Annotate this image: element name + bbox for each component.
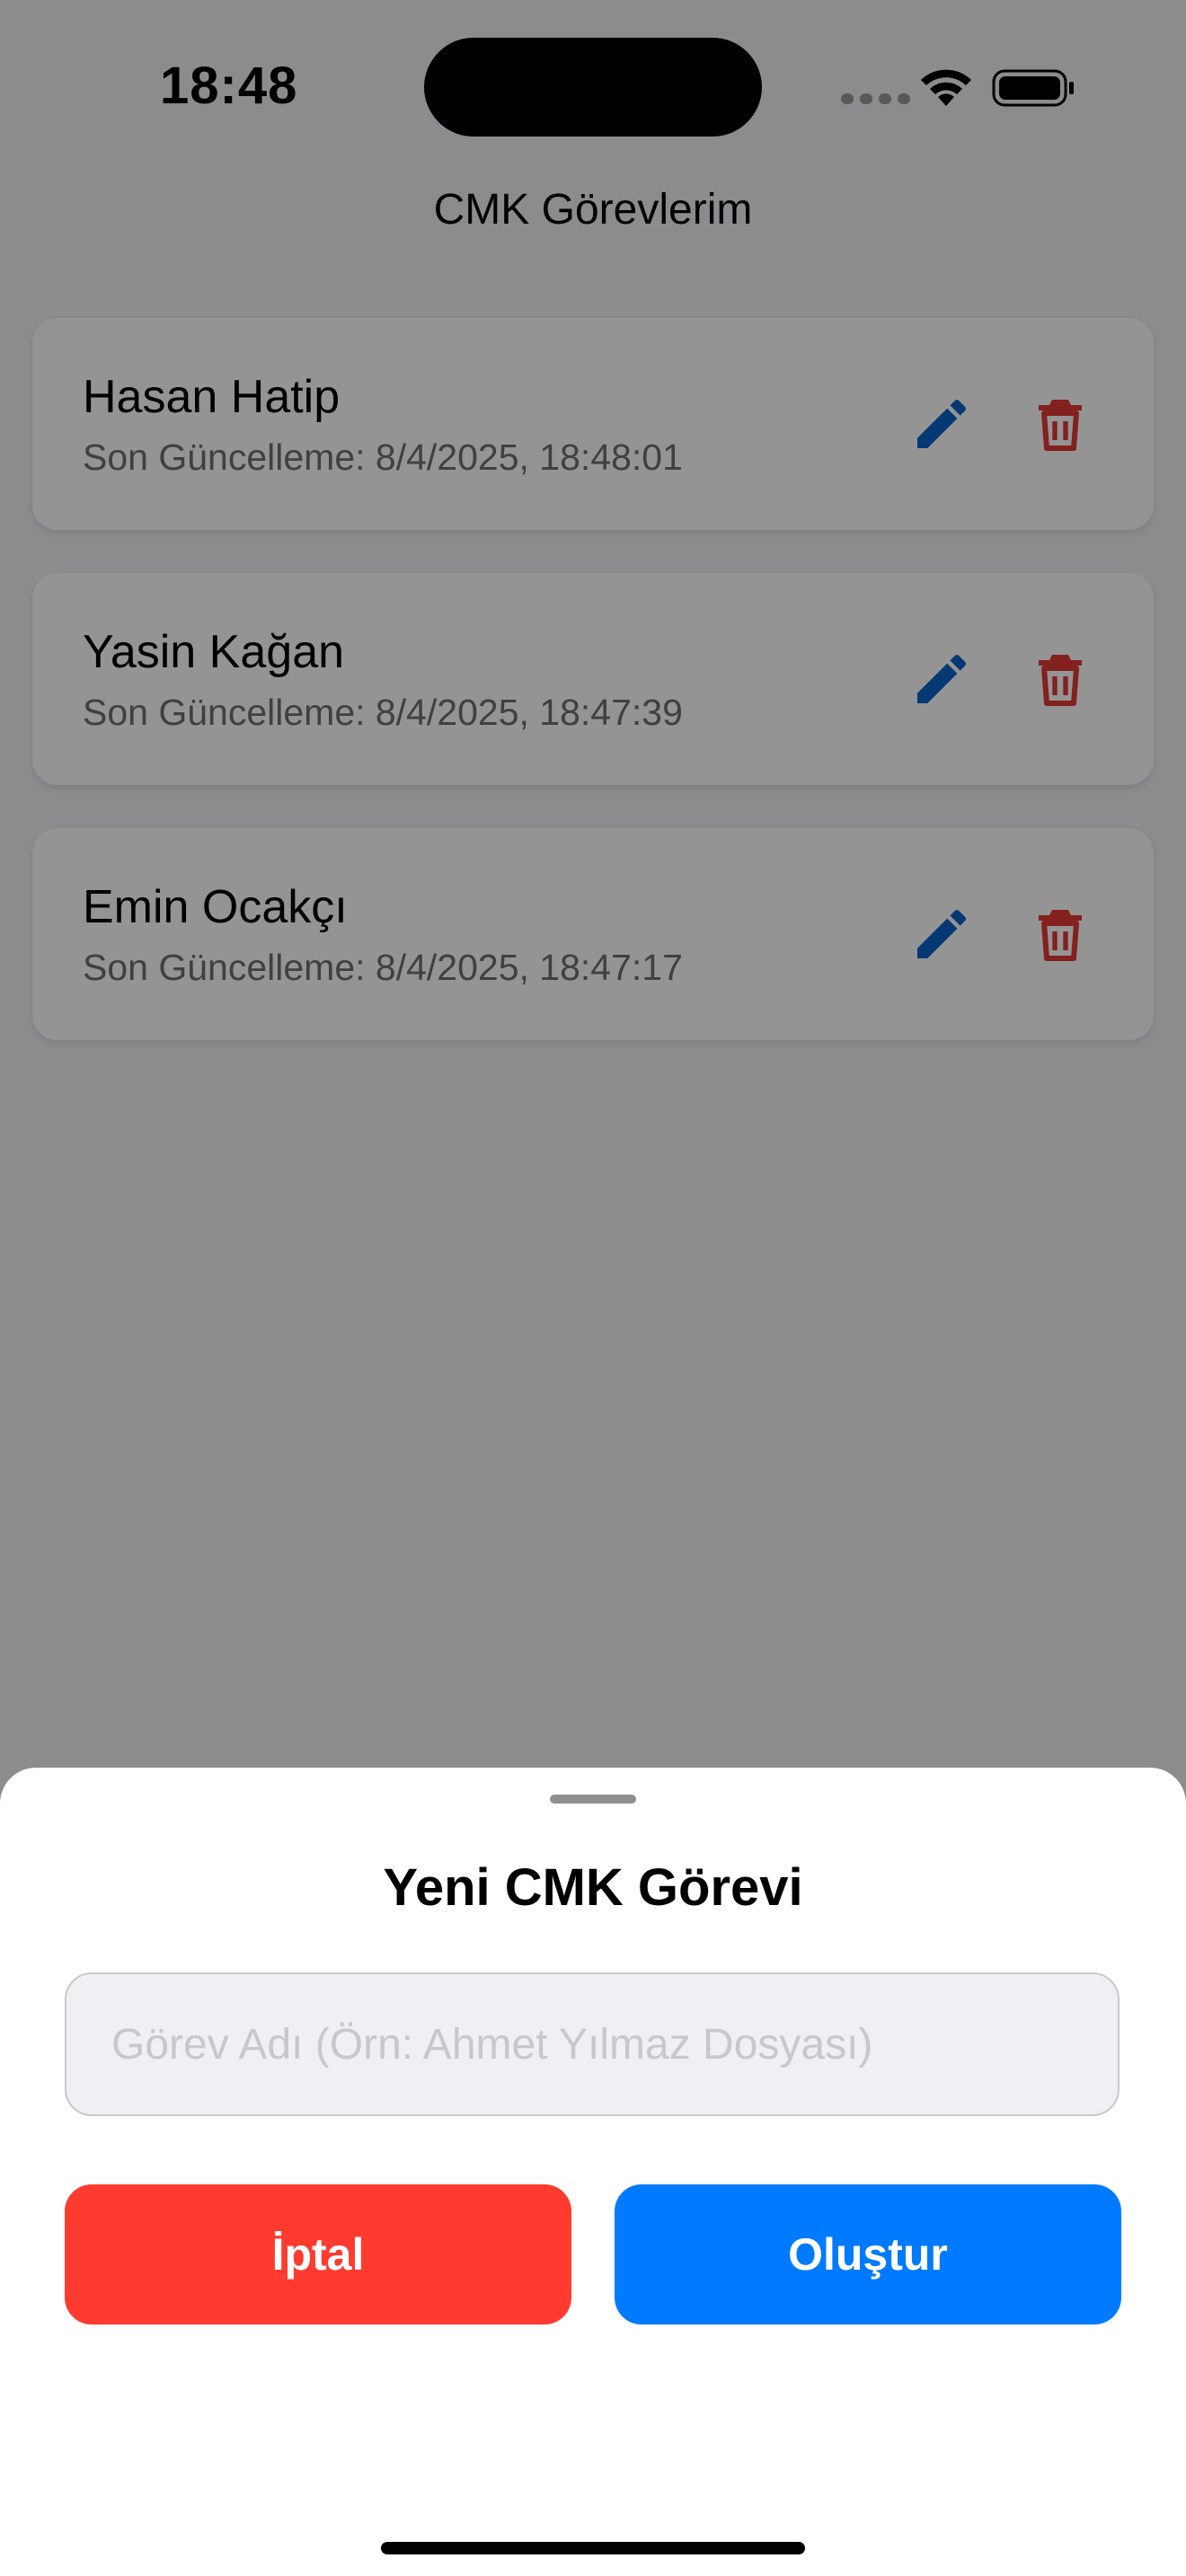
task-name-input[interactable] [65, 1972, 1120, 2116]
new-task-sheet: Yeni CMK Görevi İptal Oluştur [0, 1768, 1186, 2576]
sheet-title: Yeni CMK Görevi [383, 1858, 803, 1917]
create-button[interactable]: Oluştur [615, 2184, 1121, 2325]
sheet-grabber[interactable] [550, 1795, 636, 1804]
cancel-button[interactable]: İptal [65, 2184, 571, 2325]
home-indicator [381, 2542, 805, 2554]
